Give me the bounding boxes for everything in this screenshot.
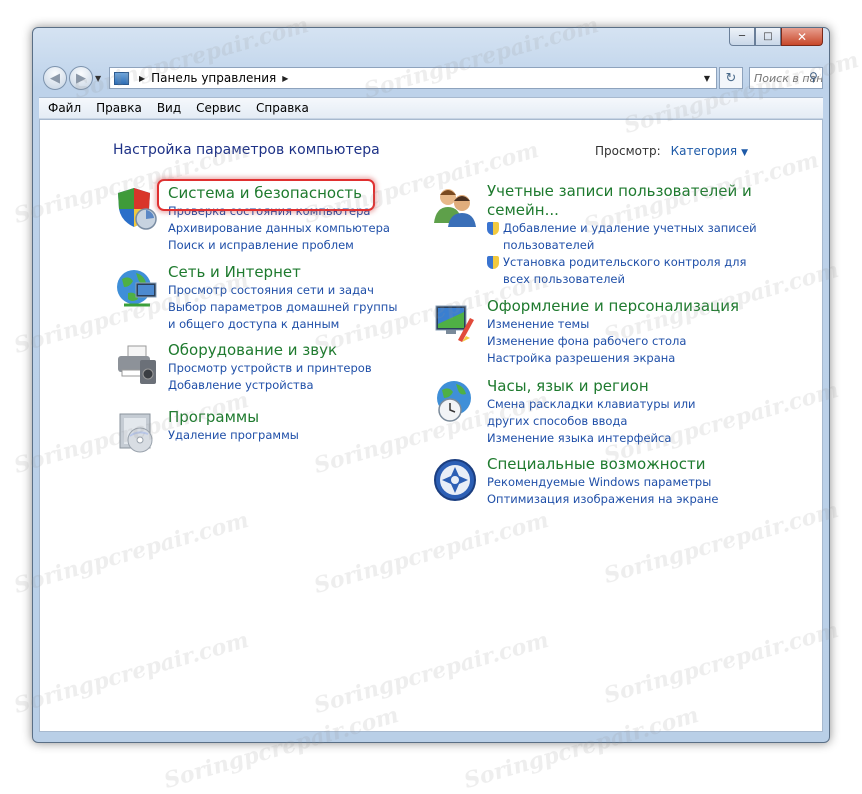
menu-view[interactable]: Вид (148, 101, 187, 115)
category-hardware-sound: Оборудование и звук Просмотр устройств и… (168, 341, 372, 394)
link-uninstall-program[interactable]: Удаление программы (168, 427, 299, 444)
link-troubleshoot-problems[interactable]: Поиск и исправление проблем (168, 237, 390, 254)
back-button[interactable]: ◀ (43, 66, 67, 90)
chevron-down-icon[interactable]: ▼ (741, 148, 748, 158)
programs-disc-icon (119, 413, 153, 453)
link-change-theme[interactable]: Изменение темы (487, 316, 739, 333)
breadcrumb-control-panel[interactable]: Панель управления (151, 71, 276, 85)
link-add-remove-accounts-label: Добавление и удаление учетных записей по… (503, 221, 757, 252)
accessibility-icon (434, 459, 476, 501)
refresh-button[interactable]: ↻ (719, 67, 743, 89)
link-backup-computer[interactable]: Архивирование данных компьютера (168, 220, 390, 237)
maximize-icon: □ (763, 31, 773, 42)
uac-shield-icon (487, 222, 499, 235)
category-title-appearance[interactable]: Оформление и персонализация (487, 297, 739, 316)
menu-file[interactable]: Файл (39, 101, 87, 115)
address-dropdown-icon[interactable]: ▼ (704, 74, 710, 83)
link-change-keyboards[interactable]: Смена раскладки клавиатуры или других сп… (487, 396, 732, 430)
menu-tools[interactable]: Сервис (187, 101, 247, 115)
category-title-programs[interactable]: Программы (168, 408, 299, 427)
control-panel-icon (114, 71, 129, 85)
personalization-monitor-icon (435, 305, 474, 342)
recent-pages-dropdown-icon[interactable]: ▼ (95, 74, 101, 83)
forward-button[interactable]: ▶ (69, 66, 93, 90)
breadcrumb-separator-icon[interactable]: ▶ (139, 74, 145, 83)
category-title-clock-language-region[interactable]: Часы, язык и регион (487, 377, 732, 396)
link-add-remove-accounts[interactable]: Добавление и удаление учетных записей по… (487, 220, 787, 254)
close-button[interactable]: ✕ (781, 28, 823, 46)
category-programs: Программы Удаление программы (168, 408, 299, 444)
category-network-internet: Сеть и Интернет Просмотр состояния сети … (168, 263, 398, 333)
refresh-icon: ↻ (725, 70, 737, 86)
network-globe-icon (117, 270, 157, 307)
category-title-user-accounts[interactable]: Учетные записи пользователей и семейн... (487, 182, 787, 220)
link-view-network-status[interactable]: Просмотр состояния сети и задач (168, 282, 398, 299)
link-parental-controls[interactable]: Установка родительского контроля для все… (487, 254, 787, 288)
link-change-display-language[interactable]: Изменение языка интерфейса (487, 430, 732, 447)
category-user-accounts: Учетные записи пользователей и семейн...… (487, 182, 787, 288)
address-bar[interactable]: ▶ Панель управления ▶ ▼ (109, 67, 717, 89)
clock-globe-icon (437, 381, 471, 422)
link-optimize-visual-display[interactable]: Оптимизация изображения на экране (487, 491, 718, 508)
menu-bar: Файл Правка Вид Сервис Справка (39, 97, 823, 119)
category-clock-language-region: Часы, язык и регион Смена раскладки клав… (487, 377, 732, 447)
link-homegroup-sharing[interactable]: Выбор параметров домашней группы и общег… (168, 299, 398, 333)
uac-shield-icon (487, 256, 499, 269)
maximize-button[interactable]: □ (755, 28, 781, 46)
link-adjust-screen-resolution[interactable]: Настройка разрешения экрана (487, 350, 739, 367)
view-selector: Просмотр: Категория ▼ (595, 144, 748, 158)
view-label: Просмотр: (595, 144, 661, 158)
category-ease-of-access: Специальные возможности Рекомендуемые Wi… (487, 455, 718, 508)
navigation-bar: ◀ ▶ ▼ ▶ Панель управления ▶ ▼ ↻ ⚲ (39, 65, 823, 91)
category-title-network-internet[interactable]: Сеть и Интернет (168, 263, 398, 282)
category-appearance: Оформление и персонализация Изменение те… (487, 297, 739, 367)
link-change-desktop-background[interactable]: Изменение фона рабочего стола (487, 333, 739, 350)
menu-edit[interactable]: Правка (87, 101, 148, 115)
breadcrumb-separator-icon[interactable]: ▶ (282, 74, 288, 83)
link-view-devices-printers[interactable]: Просмотр устройств и принтеров (168, 360, 372, 377)
highlight-frame (157, 179, 375, 211)
content-area: Настройка параметров компьютера Просмотр… (39, 119, 823, 732)
users-icon (434, 189, 476, 227)
page-title: Настройка параметров компьютера (113, 142, 380, 158)
control-panel-window: ─ □ ✕ ◀ ▶ ▼ ▶ Панель управления ▶ ▼ ↻ ⚲ … (32, 27, 830, 743)
printer-speaker-icon (118, 345, 156, 384)
link-parental-controls-label: Установка родительского контроля для все… (503, 255, 747, 286)
menu-help[interactable]: Справка (247, 101, 315, 115)
minimize-icon: ─ (738, 31, 746, 42)
minimize-button[interactable]: ─ (729, 28, 755, 46)
link-add-device[interactable]: Добавление устройства (168, 377, 372, 394)
category-title-hardware-sound[interactable]: Оборудование и звук (168, 341, 372, 360)
link-recommended-settings[interactable]: Рекомендуемые Windows параметры (487, 474, 718, 491)
back-arrow-icon: ◀ (50, 70, 60, 86)
view-category-dropdown[interactable]: Категория (671, 144, 738, 158)
category-title-ease-of-access[interactable]: Специальные возможности (487, 455, 718, 474)
search-icon[interactable]: ⚲ (809, 70, 818, 84)
caption-buttons: ─ □ ✕ (729, 28, 823, 46)
shield-icon (118, 188, 157, 230)
close-icon: ✕ (796, 29, 808, 44)
forward-arrow-icon: ▶ (76, 70, 86, 86)
